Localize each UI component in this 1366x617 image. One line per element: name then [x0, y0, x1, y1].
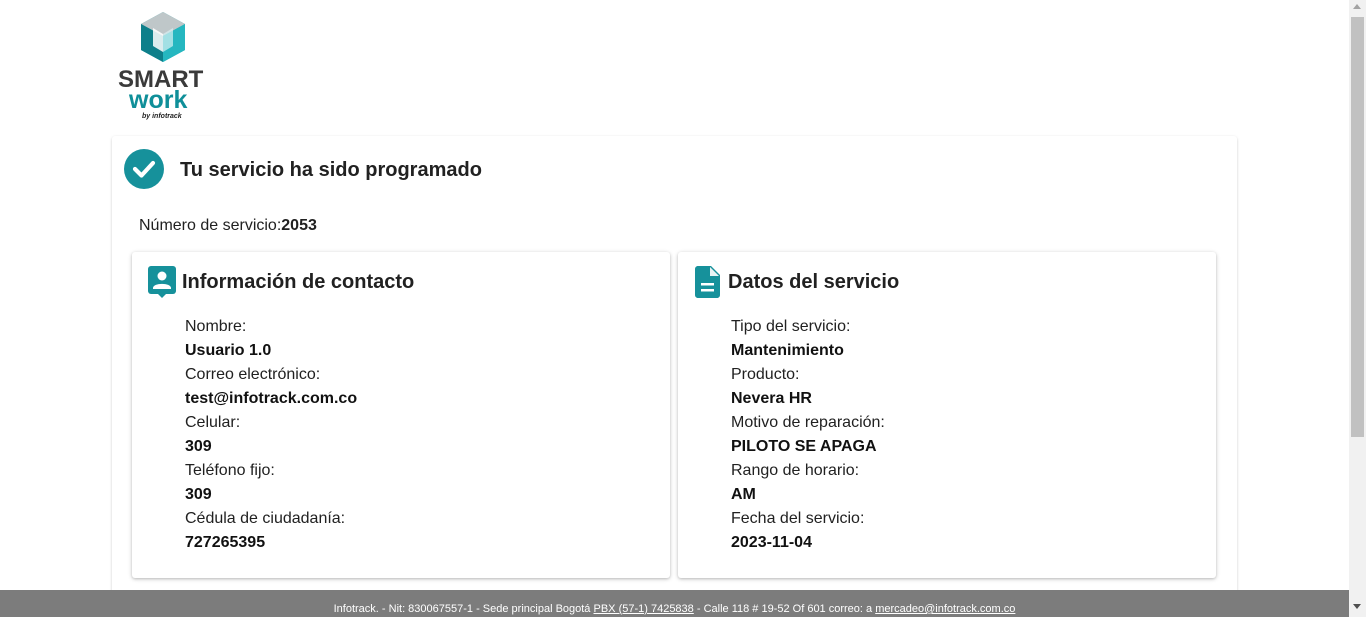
contact-card-icon	[148, 266, 176, 298]
service-type-value: Mantenimiento	[731, 342, 844, 359]
logo-cube-icon	[141, 12, 185, 62]
vertical-scrollbar[interactable]	[1349, 0, 1366, 617]
contact-name-value: Usuario 1.0	[185, 342, 272, 359]
service-date-label: Fecha del servicio:	[731, 510, 865, 527]
service-number: Número de servicio:2053	[139, 217, 317, 235]
footer-address-text: - Calle 118 # 19-52 Of 601 correo: a	[696, 603, 873, 615]
page: SMART work by infotrack Tu servicio ha s…	[0, 0, 1349, 617]
confirmation-title: Tu servicio ha sido programado	[180, 159, 482, 181]
contact-landline-value: 309	[185, 486, 212, 503]
contact-landline-label: Teléfono fijo:	[185, 462, 275, 479]
scroll-down-arrow-icon[interactable]	[1353, 604, 1361, 609]
time-range-label: Rango de horario:	[731, 462, 860, 479]
service-fields: Tipo del servicio: Mantenimiento Product…	[731, 315, 885, 555]
logo-byline: by infotrack	[142, 113, 182, 120]
scroll-up-arrow-icon[interactable]	[1353, 4, 1361, 9]
contact-id-value: 727265395	[185, 534, 266, 551]
repair-reason-value: PILOTO SE APAGA	[731, 438, 877, 455]
footer: Infotrack. - Nit: 830067557-1 - Sede pri…	[0, 590, 1349, 617]
service-number-label: Número de servicio:	[139, 217, 282, 234]
footer-phone-link[interactable]: PBX (57-1) 7425838	[594, 603, 694, 615]
contact-name-label: Nombre:	[185, 318, 247, 335]
repair-reason-label: Motivo de reparación:	[731, 414, 885, 431]
service-data-title: Datos del servicio	[728, 271, 900, 293]
confirmation-card: Tu servicio ha sido programado Número de…	[112, 136, 1237, 606]
contact-fields: Nombre: Usuario 1.0 Correo electrónico: …	[185, 315, 357, 555]
service-data-card: Datos del servicio Tipo del servicio: Ma…	[678, 252, 1216, 578]
contact-mobile-value: 309	[185, 438, 212, 455]
time-range-value: AM	[731, 486, 756, 503]
contact-email-label: Correo electrónico:	[185, 366, 321, 383]
footer-email-link[interactable]: mercadeo@infotrack.com.co	[875, 603, 1015, 615]
footer-company-text: Infotrack. - Nit: 830067557-1 - Sede pri…	[333, 603, 591, 615]
service-type-label: Tipo del servicio:	[731, 318, 851, 335]
product-label: Producto:	[731, 366, 800, 383]
smartwork-logo: SMART work by infotrack	[112, 10, 212, 122]
scrollbar-thumb[interactable]	[1351, 17, 1364, 437]
product-value: Nevera HR	[731, 390, 812, 407]
document-icon	[695, 266, 720, 298]
contact-mobile-label: Celular:	[185, 414, 241, 431]
service-date-value: 2023-11-04	[731, 534, 812, 551]
contact-info-title: Información de contacto	[182, 271, 415, 293]
contact-id-label: Cédula de ciudadanía:	[185, 510, 346, 527]
logo-text-work: work	[129, 86, 188, 114]
service-number-value: 2053	[281, 217, 317, 234]
contact-email-value: test@infotrack.com.co	[185, 390, 358, 407]
check-circle-icon	[124, 149, 164, 189]
contact-info-card: Información de contacto Nombre: Usuario …	[132, 252, 670, 578]
